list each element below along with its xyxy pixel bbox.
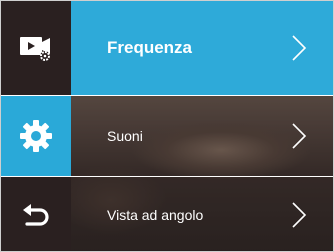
sidebar bbox=[0, 0, 71, 252]
sidebar-item-back[interactable] bbox=[0, 177, 71, 252]
camera-settings-screen: Frequenza Suoni Vista ad angolo bbox=[0, 0, 334, 252]
gear-icon bbox=[19, 120, 52, 152]
menu-item-label: Suoni bbox=[107, 128, 143, 144]
sidebar-item-settings[interactable] bbox=[0, 96, 71, 176]
menu-item-frequenza[interactable]: Frequenza bbox=[71, 0, 334, 95]
menu-item-suoni[interactable]: Suoni bbox=[71, 96, 334, 176]
menu-item-label: Frequenza bbox=[107, 37, 193, 57]
menu-item-label: Vista ad angolo bbox=[107, 206, 204, 223]
menu-panel: Frequenza Suoni Vista ad angolo bbox=[71, 0, 334, 252]
chevron-right-icon bbox=[292, 34, 307, 61]
chevron-right-icon bbox=[292, 123, 307, 149]
sidebar-item-video[interactable] bbox=[0, 0, 71, 95]
chevron-right-icon bbox=[292, 201, 307, 228]
menu-item-vista-ad-angolo[interactable]: Vista ad angolo bbox=[71, 177, 334, 252]
back-arrow-icon bbox=[22, 203, 49, 226]
video-settings-icon bbox=[19, 36, 50, 61]
